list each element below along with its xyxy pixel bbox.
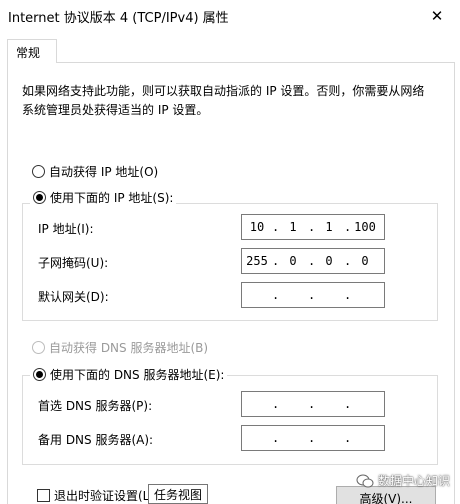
- auto-ip-label: 自动获得 IP 地址(O): [49, 165, 159, 179]
- radio-checked-icon: [33, 368, 46, 381]
- validate-on-exit-label: 退出时验证设置(L): [54, 489, 155, 503]
- close-icon: ✕: [430, 7, 444, 25]
- tab-general-label: 常规: [16, 46, 41, 60]
- dot-separator: .: [344, 397, 352, 411]
- dot-separator: .: [272, 288, 280, 302]
- validate-on-exit-checkbox[interactable]: 退出时验证设置(L): [37, 487, 154, 504]
- auto-dns-radio[interactable]: 自动获得 DNS 服务器地址(B): [32, 339, 208, 356]
- advanced-button-label: 高级(V)...: [359, 492, 413, 504]
- title-bar: Internet 协议版本 4 (TCP/IPv4) 属性 ✕: [0, 0, 460, 32]
- octet: 0: [325, 254, 333, 268]
- preferred-dns-input[interactable]: . . .: [241, 391, 385, 417]
- manual-dns-radio[interactable]: 使用下面的 DNS 服务器地址(E):: [30, 366, 228, 383]
- default-gateway-label: 默认网关(D):: [38, 290, 109, 304]
- tab-general[interactable]: 常规: [7, 39, 57, 63]
- dot-separator: .: [308, 288, 316, 302]
- octet: 100: [354, 220, 376, 234]
- task-view-tooltip: 任务视图: [148, 484, 209, 504]
- radio-unchecked-icon: [32, 165, 45, 178]
- manual-ip-label: 使用下面的 IP 地址(S):: [50, 191, 174, 205]
- checkbox-icon: [37, 489, 50, 502]
- dot-separator: .: [272, 431, 280, 445]
- alternate-dns-input[interactable]: . . .: [241, 425, 385, 451]
- octet: 1: [325, 220, 333, 234]
- octet: 0: [289, 254, 297, 268]
- radio-disabled-icon: [32, 341, 45, 354]
- dot-separator: .: [308, 431, 316, 445]
- ip-address-label: IP 地址(I):: [38, 222, 94, 236]
- subnet-mask-input[interactable]: 255. 0. 0. 0: [241, 248, 385, 274]
- manual-dns-label: 使用下面的 DNS 服务器地址(E):: [50, 368, 225, 382]
- watermark: 数据中心知识: [356, 472, 450, 489]
- watermark-text: 数据中心知识: [378, 474, 451, 488]
- octet: 255: [246, 254, 268, 268]
- manual-ip-radio[interactable]: 使用下面的 IP 地址(S):: [30, 189, 177, 206]
- auto-dns-label: 自动获得 DNS 服务器地址(B): [49, 341, 209, 355]
- dns-group-box: [22, 375, 438, 465]
- description-text: 如果网络支持此功能，则可以获取自动指派的 IP 设置。否则，你需要从网络系统管理…: [22, 84, 425, 117]
- dot-separator: .: [272, 397, 280, 411]
- subnet-mask-label: 子网掩码(U):: [38, 256, 109, 270]
- octet: 10: [249, 220, 265, 234]
- radio-checked-icon: [33, 191, 46, 204]
- close-button[interactable]: ✕: [414, 0, 460, 32]
- default-gateway-input[interactable]: . . .: [241, 282, 385, 308]
- wechat-icon: [356, 474, 374, 487]
- preferred-dns-label: 首选 DNS 服务器(P):: [38, 399, 153, 413]
- alternate-dns-label: 备用 DNS 服务器(A):: [38, 433, 154, 447]
- dot-separator: .: [344, 288, 352, 302]
- octet: 0: [361, 254, 369, 268]
- octet: 1: [289, 220, 297, 234]
- window-title: Internet 协议版本 4 (TCP/IPv4) 属性: [8, 11, 229, 26]
- dot-separator: .: [344, 431, 352, 445]
- auto-ip-radio[interactable]: 自动获得 IP 地址(O): [32, 163, 158, 180]
- ip-address-input[interactable]: 10. 1. 1. 100: [241, 214, 385, 240]
- dot-separator: .: [308, 397, 316, 411]
